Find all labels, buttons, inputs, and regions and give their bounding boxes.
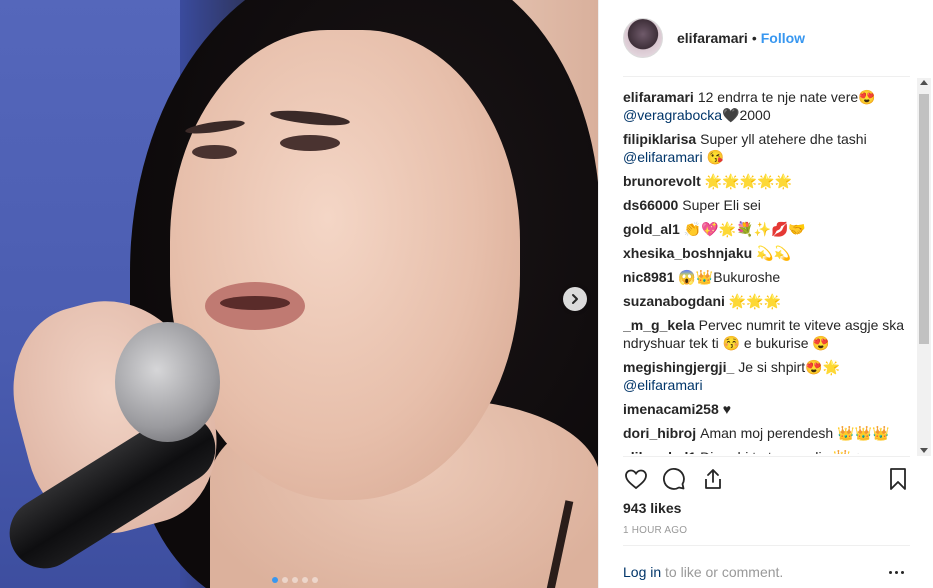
login-prompt: Log in to like or comment.: [623, 564, 783, 580]
comment-item: imenacami258 ♥: [623, 400, 911, 418]
comment-item: brunorevolt 🌟🌟🌟🌟🌟: [623, 172, 911, 190]
comment-mention[interactable]: @elifaramari: [623, 377, 703, 393]
header-username[interactable]: elifaramari: [677, 30, 748, 46]
header-divider: [623, 76, 910, 77]
header-separator: •: [751, 30, 757, 46]
scroll-down-icon[interactable]: [920, 448, 928, 453]
carousel-dot: [312, 577, 318, 583]
comment-item: gold_al1 👏💖🌟💐✨💋🤝: [623, 220, 911, 238]
carousel-dot: [302, 577, 308, 583]
login-prompt-text: to like or comment.: [661, 564, 784, 580]
comment-item: dori_hibroj Aman moj perendesh 👑👑👑: [623, 424, 911, 442]
carousel-dot: [272, 577, 278, 583]
comment-text: 12 endrra te nje nate vere😍: [697, 89, 876, 105]
media-eye-right: [280, 135, 340, 151]
bookmark-icon: [890, 468, 906, 490]
carousel-indicator: [272, 577, 318, 583]
comment-username[interactable]: filipiklarisa: [623, 131, 696, 147]
media-mouth: [220, 296, 290, 310]
post-header: elifaramari • Follow: [599, 0, 933, 76]
chevron-right-icon: [572, 294, 578, 304]
carousel-next-button[interactable]: [563, 287, 587, 311]
comment-username[interactable]: gold_al1: [623, 221, 680, 237]
comment-trailing: 🖤2000: [722, 107, 771, 123]
comment-item: nic8981 😱👑Bukuroshe: [623, 268, 911, 286]
comment-button[interactable]: [661, 466, 687, 492]
comment-text: Super yll atehere dhe tashi: [700, 131, 867, 147]
comment-username[interactable]: nic8981: [623, 269, 674, 285]
comment-item: filipiklarisa Super yll atehere dhe tashi…: [623, 130, 911, 166]
media-eye-left: [192, 145, 237, 159]
like-button[interactable]: [623, 466, 649, 492]
comment-mention[interactable]: @elifaramari: [623, 149, 703, 165]
post-actions: [623, 464, 913, 496]
comment-username[interactable]: suzanabogdani: [623, 293, 725, 309]
comment-item: eliberakul1 Dien dri te te mendje 👑 ♦: [623, 448, 911, 454]
post-panel: elifaramari • Follow elifaramari 12 endrr…: [598, 0, 933, 588]
comment-username[interactable]: xhesika_boshnjaku: [623, 245, 752, 261]
login-link[interactable]: Log in: [623, 564, 661, 580]
post-timestamp[interactable]: 1 HOUR AGO: [623, 525, 687, 536]
comment-text: ♥: [722, 401, 732, 417]
comment-item: elifaramari 12 endrra te nje nate vere😍 @v…: [623, 88, 911, 124]
more-dots-icon[interactable]: [889, 566, 911, 578]
share-icon: [705, 469, 721, 489]
comment-item: xhesika_boshnjaku 💫💫: [623, 244, 911, 262]
comment-text: Dien dri te te mendje 👑 ♦: [700, 449, 862, 454]
comment-text: Super Eli sei: [682, 197, 761, 213]
actions-divider: [623, 456, 910, 457]
comment-text: 😱👑Bukuroshe: [678, 269, 781, 285]
comment-text: 🌟🌟🌟🌟🌟: [704, 173, 792, 189]
follow-button[interactable]: Follow: [761, 30, 805, 46]
comment-item: suzanabogdani 🌟🌟🌟: [623, 292, 911, 310]
carousel-dot: [292, 577, 298, 583]
comment-username[interactable]: imenacami258: [623, 401, 719, 417]
comment-item: ds66000 Super Eli sei: [623, 196, 911, 214]
comment-item: _m_g_kela Pervec numrit te viteve asgje s…: [623, 316, 911, 352]
comment-text: 🌟🌟🌟: [728, 293, 782, 309]
comment-username[interactable]: elifaramari: [623, 89, 694, 105]
comment-mention[interactable]: @veragrabocka: [623, 107, 722, 123]
carousel-dot: [282, 577, 288, 583]
likes-count[interactable]: 943 likes: [623, 500, 681, 516]
scrollbar-thumb[interactable]: [919, 94, 929, 344]
avatar[interactable]: [623, 18, 663, 58]
comment-text: Je si shpirt😍🌟: [738, 359, 841, 375]
comment-text: 💫💫: [756, 245, 792, 261]
comment-username[interactable]: eliberakul1: [623, 449, 696, 454]
save-button[interactable]: [885, 466, 911, 492]
comment-username[interactable]: _m_g_kela: [623, 317, 695, 333]
comment-item: megishingjergji_ Je si shpirt😍🌟 @elifarama…: [623, 358, 911, 394]
comments-scrollbar[interactable]: [917, 78, 931, 456]
scroll-up-icon[interactable]: [920, 80, 928, 85]
comment-text: Aman moj perendesh 👑👑👑: [700, 425, 890, 441]
comment-text: 👏💖🌟💐✨💋🤝: [683, 221, 806, 237]
heart-icon: [625, 469, 647, 490]
post-media[interactable]: [0, 0, 598, 588]
comment-icon: [663, 468, 685, 490]
media-face: [170, 30, 520, 500]
comment-username[interactable]: megishingjergji_: [623, 359, 734, 375]
footer-divider: [623, 545, 910, 546]
comment-username[interactable]: dori_hibroj: [623, 425, 696, 441]
comments-list: elifaramari 12 endrra te nje nate vere😍 @v…: [623, 88, 911, 454]
media-microphone-head: [115, 322, 220, 442]
comment-trailing: 😘: [702, 149, 724, 165]
share-button[interactable]: [700, 466, 726, 492]
comment-username[interactable]: ds66000: [623, 197, 678, 213]
comment-username[interactable]: brunorevolt: [623, 173, 701, 189]
